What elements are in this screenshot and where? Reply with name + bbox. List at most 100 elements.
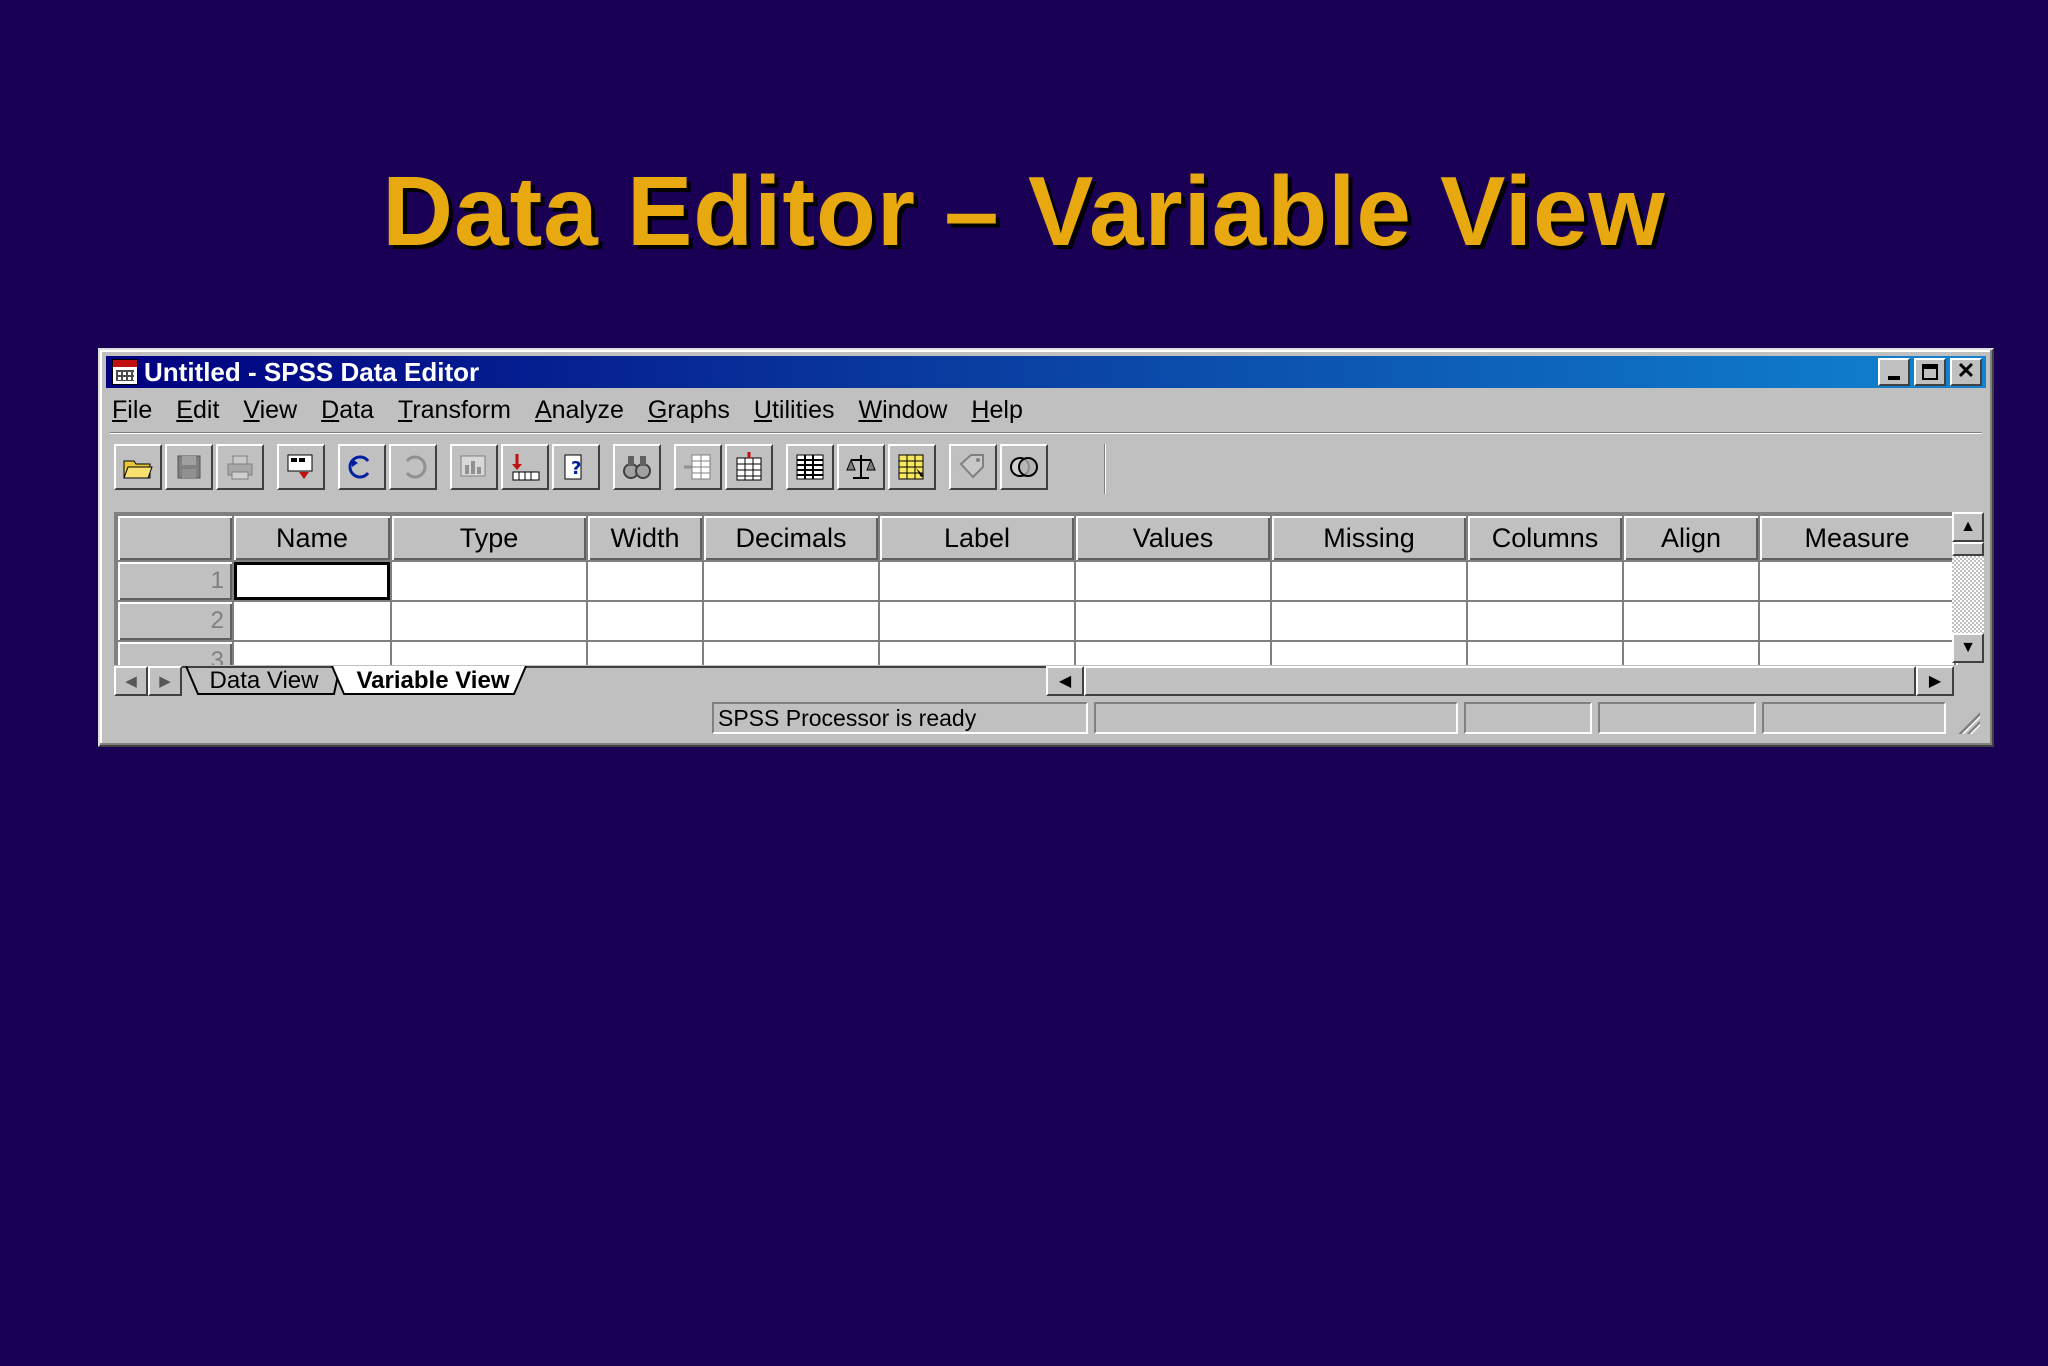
- save-button[interactable]: [165, 444, 213, 490]
- column-header-name[interactable]: Name: [232, 514, 392, 562]
- close-button[interactable]: ✕: [1950, 358, 1982, 386]
- grid-cell[interactable]: [1758, 600, 1956, 642]
- grid-cell[interactable]: [1622, 640, 1760, 665]
- grid-cell[interactable]: [1622, 600, 1760, 642]
- grid-cell[interactable]: [1270, 600, 1468, 642]
- row-header[interactable]: 1: [116, 560, 234, 602]
- insert-case-button[interactable]: [674, 444, 722, 490]
- undo-button[interactable]: [338, 444, 386, 490]
- goto-chart-icon: [460, 455, 486, 477]
- horizontal-scrollbar[interactable]: ◀ ▶: [1046, 666, 1954, 696]
- menu-edit[interactable]: Edit: [174, 396, 221, 425]
- column-header-width[interactable]: Width: [586, 514, 704, 562]
- select-cases-button[interactable]: [888, 444, 936, 490]
- tab-next-button[interactable]: ▶: [148, 666, 182, 696]
- grid-cell[interactable]: [1270, 560, 1468, 602]
- split-file-button[interactable]: [786, 444, 834, 490]
- arrow-up-icon: ▲: [1960, 518, 1976, 535]
- column-header-columns[interactable]: Columns: [1466, 514, 1624, 562]
- menu-file[interactable]: File: [110, 396, 154, 425]
- grid-cell[interactable]: [1074, 640, 1272, 665]
- grid-cell[interactable]: [232, 640, 392, 665]
- scroll-right-button[interactable]: ▶: [1916, 666, 1954, 696]
- find-button[interactable]: [613, 444, 661, 490]
- insert-variable-button[interactable]: [725, 444, 773, 490]
- grid-cell[interactable]: [1466, 600, 1624, 642]
- menu-view[interactable]: View: [241, 396, 299, 425]
- goto-chart-button[interactable]: [450, 444, 498, 490]
- tab-data-view[interactable]: Data View: [194, 666, 334, 696]
- column-header-decimals[interactable]: Decimals: [702, 514, 880, 562]
- grid-cell[interactable]: [1758, 640, 1956, 665]
- title-bar[interactable]: Untitled - SPSS Data Editor ✕: [106, 356, 1986, 388]
- column-header-label[interactable]: Label: [878, 514, 1076, 562]
- menu-transform[interactable]: Transform: [396, 396, 513, 425]
- print-button[interactable]: [216, 444, 264, 490]
- grid-cell[interactable]: [390, 560, 588, 602]
- save-icon: [177, 455, 201, 479]
- grid-cell[interactable]: [1074, 600, 1272, 642]
- redo-button[interactable]: [389, 444, 437, 490]
- grid-cell[interactable]: [586, 600, 704, 642]
- column-header-values[interactable]: Values: [1074, 514, 1272, 562]
- grid-cell[interactable]: [1466, 560, 1624, 602]
- menu-window[interactable]: Window: [856, 396, 949, 425]
- toolbar-separator: [110, 432, 1982, 434]
- grid-cell[interactable]: [1622, 560, 1760, 602]
- grid-cell[interactable]: [702, 640, 880, 665]
- menu-help[interactable]: Help: [969, 396, 1024, 425]
- row-header[interactable]: 2: [116, 600, 234, 642]
- tab-variable-view[interactable]: Variable View: [340, 666, 526, 696]
- grid-cell[interactable]: [1074, 560, 1272, 602]
- spss-app-icon[interactable]: [112, 359, 138, 385]
- minimize-button[interactable]: [1878, 358, 1910, 386]
- column-header-missing[interactable]: Missing: [1270, 514, 1468, 562]
- grid-cell[interactable]: [1270, 640, 1468, 665]
- column-header-align[interactable]: Align: [1622, 514, 1760, 562]
- value-labels-button[interactable]: [949, 444, 997, 490]
- tab-prev-button[interactable]: ◀: [114, 666, 148, 696]
- column-header-measure[interactable]: Measure: [1758, 514, 1956, 562]
- arrow-right-icon: ▶: [1928, 673, 1942, 690]
- grid-cell[interactable]: [1466, 640, 1624, 665]
- resize-grip-icon[interactable]: [1956, 710, 1980, 734]
- horizontal-scroll-thumb[interactable]: [1084, 666, 1916, 696]
- weight-cases-button[interactable]: [837, 444, 885, 490]
- scroll-down-button[interactable]: ▼: [1952, 633, 1984, 663]
- grid-cell[interactable]: [586, 640, 704, 665]
- menu-graphs[interactable]: Graphs: [646, 396, 732, 425]
- use-sets-button[interactable]: [1000, 444, 1048, 490]
- variables-button[interactable]: ?: [552, 444, 600, 490]
- status-bar: SPSS Processor is ready: [110, 702, 1982, 736]
- grid-cell[interactable]: [702, 600, 880, 642]
- open-file-button[interactable]: [114, 444, 162, 490]
- select-cases-icon: [898, 454, 924, 480]
- grid-cell[interactable]: [232, 600, 392, 642]
- grid-cell[interactable]: [878, 600, 1076, 642]
- scroll-left-button[interactable]: ◀: [1046, 666, 1084, 696]
- value-labels-icon: [959, 454, 984, 479]
- grid-cell[interactable]: [878, 560, 1076, 602]
- grid-cell[interactable]: [232, 560, 392, 602]
- scroll-up-button[interactable]: ▲: [1952, 512, 1984, 542]
- menu-utilities[interactable]: Utilities: [752, 396, 837, 425]
- grid-cell[interactable]: [390, 640, 588, 665]
- row-header[interactable]: 3: [116, 640, 234, 665]
- vertical-scrollbar[interactable]: ▲ ▼: [1952, 512, 1984, 663]
- variable-grid: Name Type Width Decimals Label Values Mi…: [114, 512, 1958, 665]
- vertical-scroll-thumb[interactable]: [1952, 542, 1984, 556]
- goto-case-button[interactable]: [501, 444, 549, 490]
- dialog-recall-button[interactable]: [277, 444, 325, 490]
- insert-variable-icon: [736, 452, 762, 481]
- grid-cell[interactable]: [1758, 560, 1956, 602]
- grid-cell[interactable]: [390, 600, 588, 642]
- grid-cell[interactable]: [702, 560, 880, 602]
- grid-cell[interactable]: [878, 640, 1076, 665]
- dialog-recall-icon: [287, 454, 313, 479]
- menu-data[interactable]: Data: [319, 396, 376, 425]
- corner-header[interactable]: [116, 514, 234, 562]
- grid-cell[interactable]: [586, 560, 704, 602]
- maximize-button[interactable]: [1914, 358, 1946, 386]
- menu-analyze[interactable]: Analyze: [533, 396, 626, 425]
- column-header-type[interactable]: Type: [390, 514, 588, 562]
